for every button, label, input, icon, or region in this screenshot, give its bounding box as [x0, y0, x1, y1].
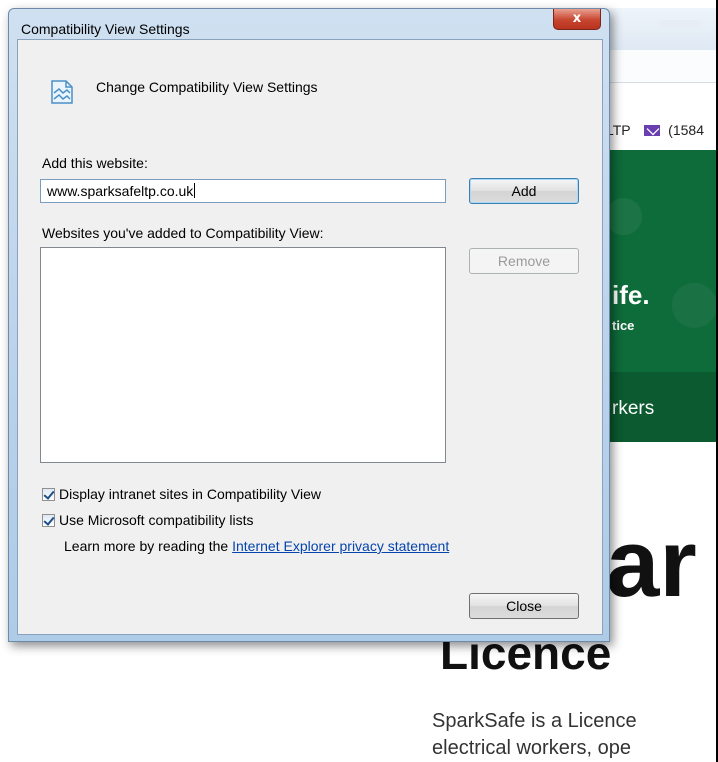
compatibility-view-dialog: Compatibility View Settings x Change Com… [8, 8, 610, 642]
intranet-checkbox-row[interactable]: Display intranet sites in Compatibility … [42, 486, 321, 502]
dialog-header: Change Compatibility View Settings [96, 79, 318, 95]
intranet-checkbox-label[interactable]: Display intranet sites in Compatibility … [59, 486, 321, 502]
site-logo[interactable]: ife. [612, 280, 650, 311]
learn-more-text: Learn more by reading the Internet Explo… [64, 538, 449, 554]
browser-toolbar [600, 8, 718, 51]
add-website-value: www.sparksafeltp.co.uk [47, 183, 194, 199]
compatibility-view-icon [51, 80, 73, 104]
learn-more-prefix: Learn more by reading the [64, 538, 229, 554]
mail-icon[interactable] [644, 125, 661, 136]
site-logo-subtitle: tice [612, 318, 635, 333]
site-nav: rkers [600, 372, 718, 442]
close-icon[interactable]: x [553, 9, 601, 30]
intranet-checkbox[interactable] [42, 487, 55, 501]
nav-item[interactable]: rkers [612, 398, 654, 420]
add-website-input[interactable]: www.sparksafeltp.co.uk [40, 179, 446, 203]
intro-paragraph: SparkSafe is a Licence electrical worker… [432, 708, 637, 762]
browser-address-area [600, 50, 718, 83]
hero-banner [600, 150, 718, 372]
intro-line-2: electrical workers, ope [432, 737, 631, 759]
remove-button[interactable]: Remove [469, 248, 579, 274]
ms-lists-checkbox[interactable] [42, 513, 55, 527]
intro-line-1: SparkSafe is a Licence [432, 710, 637, 732]
privacy-statement-link[interactable]: Internet Explorer privacy statement [232, 538, 449, 554]
added-websites-label: Websites you've added to Compatibility V… [42, 225, 324, 241]
ms-lists-checkbox-label[interactable]: Use Microsoft compatibility lists [59, 512, 254, 528]
dialog-title: Compatibility View Settings [21, 21, 190, 37]
add-website-label: Add this website: [42, 155, 148, 171]
dialog-body: Change Compatibility View Settings Add t… [17, 39, 603, 635]
phone-text[interactable]: (1584 [668, 122, 704, 138]
add-button[interactable]: Add [469, 178, 579, 204]
close-button[interactable]: Close [469, 593, 579, 619]
added-websites-list[interactable] [40, 247, 446, 463]
contact-bar: LTP (1584 [606, 122, 704, 138]
dialog-titlebar[interactable]: Compatibility View Settings x [9, 9, 609, 39]
ms-lists-checkbox-row[interactable]: Use Microsoft compatibility lists [42, 512, 254, 528]
hero-title: ar [606, 510, 697, 617]
